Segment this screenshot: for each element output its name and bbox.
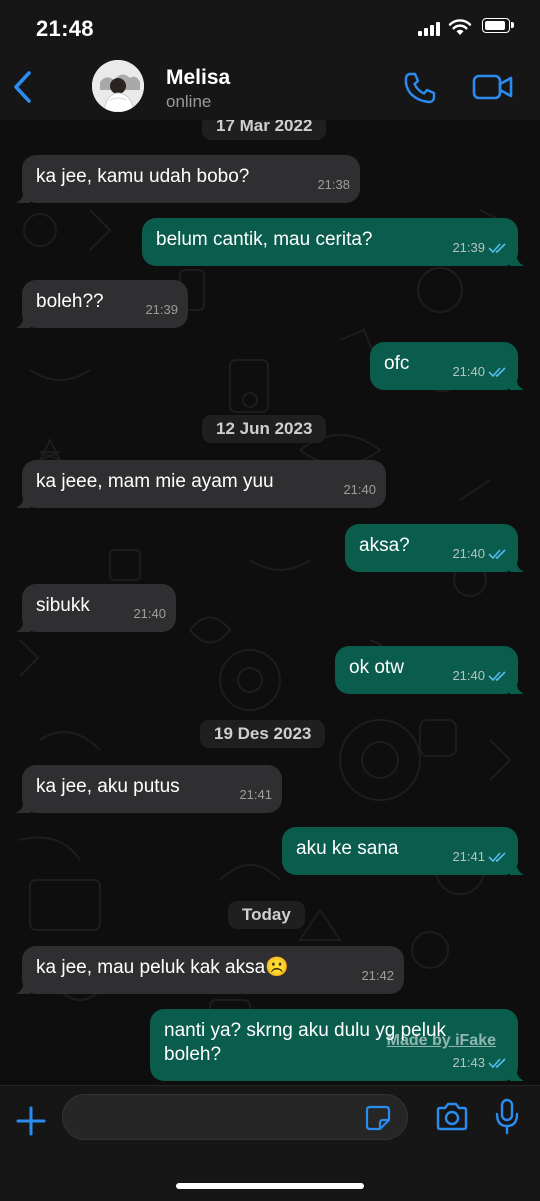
- bubble-tail: [16, 189, 30, 203]
- incoming-message[interactable]: ka jee, mau peluk kak aksa☹️ 21:42: [16, 946, 404, 994]
- back-chevron-icon[interactable]: [10, 70, 36, 104]
- date-chip: Today: [228, 901, 305, 929]
- cellular-signal-icon: [418, 22, 444, 36]
- message-text: ka jeee, mam mie ayam yuu: [36, 471, 274, 492]
- read-receipt-icon: [488, 243, 506, 254]
- date-chip: 19 Des 2023: [200, 720, 326, 748]
- message-time: 21:39: [452, 240, 485, 255]
- message-time: 21:41: [452, 849, 485, 864]
- watermark: Made by iFake: [386, 1032, 496, 1049]
- bubble-tail: [16, 980, 30, 994]
- message-text: ka jee, aku putus: [36, 776, 180, 797]
- status-bar: 21:48: [0, 0, 540, 56]
- video-call-icon[interactable]: [472, 72, 514, 102]
- bubble-tail: [16, 494, 30, 508]
- camera-icon[interactable]: [434, 1101, 470, 1133]
- status-time: 21:48: [36, 16, 94, 41]
- message-time: 21:42: [361, 968, 394, 983]
- home-indicator: [176, 1183, 364, 1189]
- date-chip: 17 Mar 2022: [202, 120, 327, 140]
- voice-call-icon[interactable]: [402, 70, 438, 106]
- message-time: 21:40: [452, 546, 485, 561]
- read-receipt-icon: [488, 549, 506, 560]
- outgoing-message[interactable]: aksa? 21:40: [345, 524, 524, 572]
- incoming-message[interactable]: boleh?? 21:39: [16, 280, 188, 328]
- message-time: 21:40: [133, 606, 166, 621]
- bubble-tail: [510, 1067, 524, 1081]
- battery-icon: [482, 18, 514, 33]
- bubble-tail: [16, 799, 30, 813]
- bubble-tail: [16, 314, 30, 328]
- outgoing-message[interactable]: ofc 21:40: [370, 342, 524, 390]
- message-time: 21:40: [343, 482, 376, 497]
- avatar[interactable]: [92, 60, 144, 112]
- message-time: 21:40: [452, 668, 485, 683]
- message-time: 21:39: [145, 302, 178, 317]
- message-time: 21:43: [452, 1055, 485, 1070]
- incoming-message[interactable]: sibukk 21:40: [16, 584, 176, 632]
- bubble-tail: [510, 861, 524, 875]
- outgoing-message[interactable]: ok otw 21:40: [335, 646, 524, 694]
- message-time: 21:41: [239, 787, 272, 802]
- incoming-message[interactable]: ka jee, kamu udah bobo? 21:38: [16, 155, 360, 203]
- read-receipt-icon: [488, 671, 506, 682]
- chat-header: Melisa online: [0, 56, 540, 121]
- wifi-icon: [448, 19, 472, 35]
- incoming-message[interactable]: ka jee, aku putus 21:41: [16, 765, 282, 813]
- date-chip: 12 Jun 2023: [202, 415, 327, 443]
- sticker-icon[interactable]: [365, 1105, 391, 1131]
- bubble-tail: [510, 252, 524, 266]
- message-text: ka jee, mau peluk kak aksa☹️: [36, 957, 289, 978]
- attach-plus-icon[interactable]: [14, 1104, 48, 1138]
- bubble-tail: [16, 618, 30, 632]
- message-time: 21:38: [317, 177, 350, 192]
- bubble-tail: [510, 376, 524, 390]
- chat-area[interactable]: 17 Mar 2022 12 Jun 2023 19 Des 2023 Toda…: [0, 120, 540, 1085]
- message-input[interactable]: [62, 1094, 408, 1140]
- profile-photo-icon: [92, 60, 144, 112]
- read-receipt-icon: [488, 367, 506, 378]
- read-receipt-icon: [488, 1058, 506, 1069]
- incoming-message[interactable]: ka jeee, mam mie ayam yuu 21:40: [16, 460, 386, 508]
- read-receipt-icon: [488, 852, 506, 863]
- bubble-tail: [510, 558, 524, 572]
- contact-status: online: [166, 92, 212, 111]
- message-time: 21:40: [452, 364, 485, 379]
- outgoing-message[interactable]: belum cantik, mau cerita? 21:39: [142, 218, 524, 266]
- contact-name[interactable]: Melisa: [166, 66, 230, 90]
- outgoing-message[interactable]: aku ke sana 21:41: [282, 827, 524, 875]
- message-text: ka jee, kamu udah bobo?: [36, 166, 250, 187]
- bubble-tail: [510, 680, 524, 694]
- microphone-icon[interactable]: [494, 1098, 520, 1136]
- outgoing-message[interactable]: nanti ya? skrng aku dulu yg peluk boleh?…: [150, 1009, 524, 1081]
- composer-bar: [0, 1085, 540, 1201]
- battery-level: [485, 21, 505, 30]
